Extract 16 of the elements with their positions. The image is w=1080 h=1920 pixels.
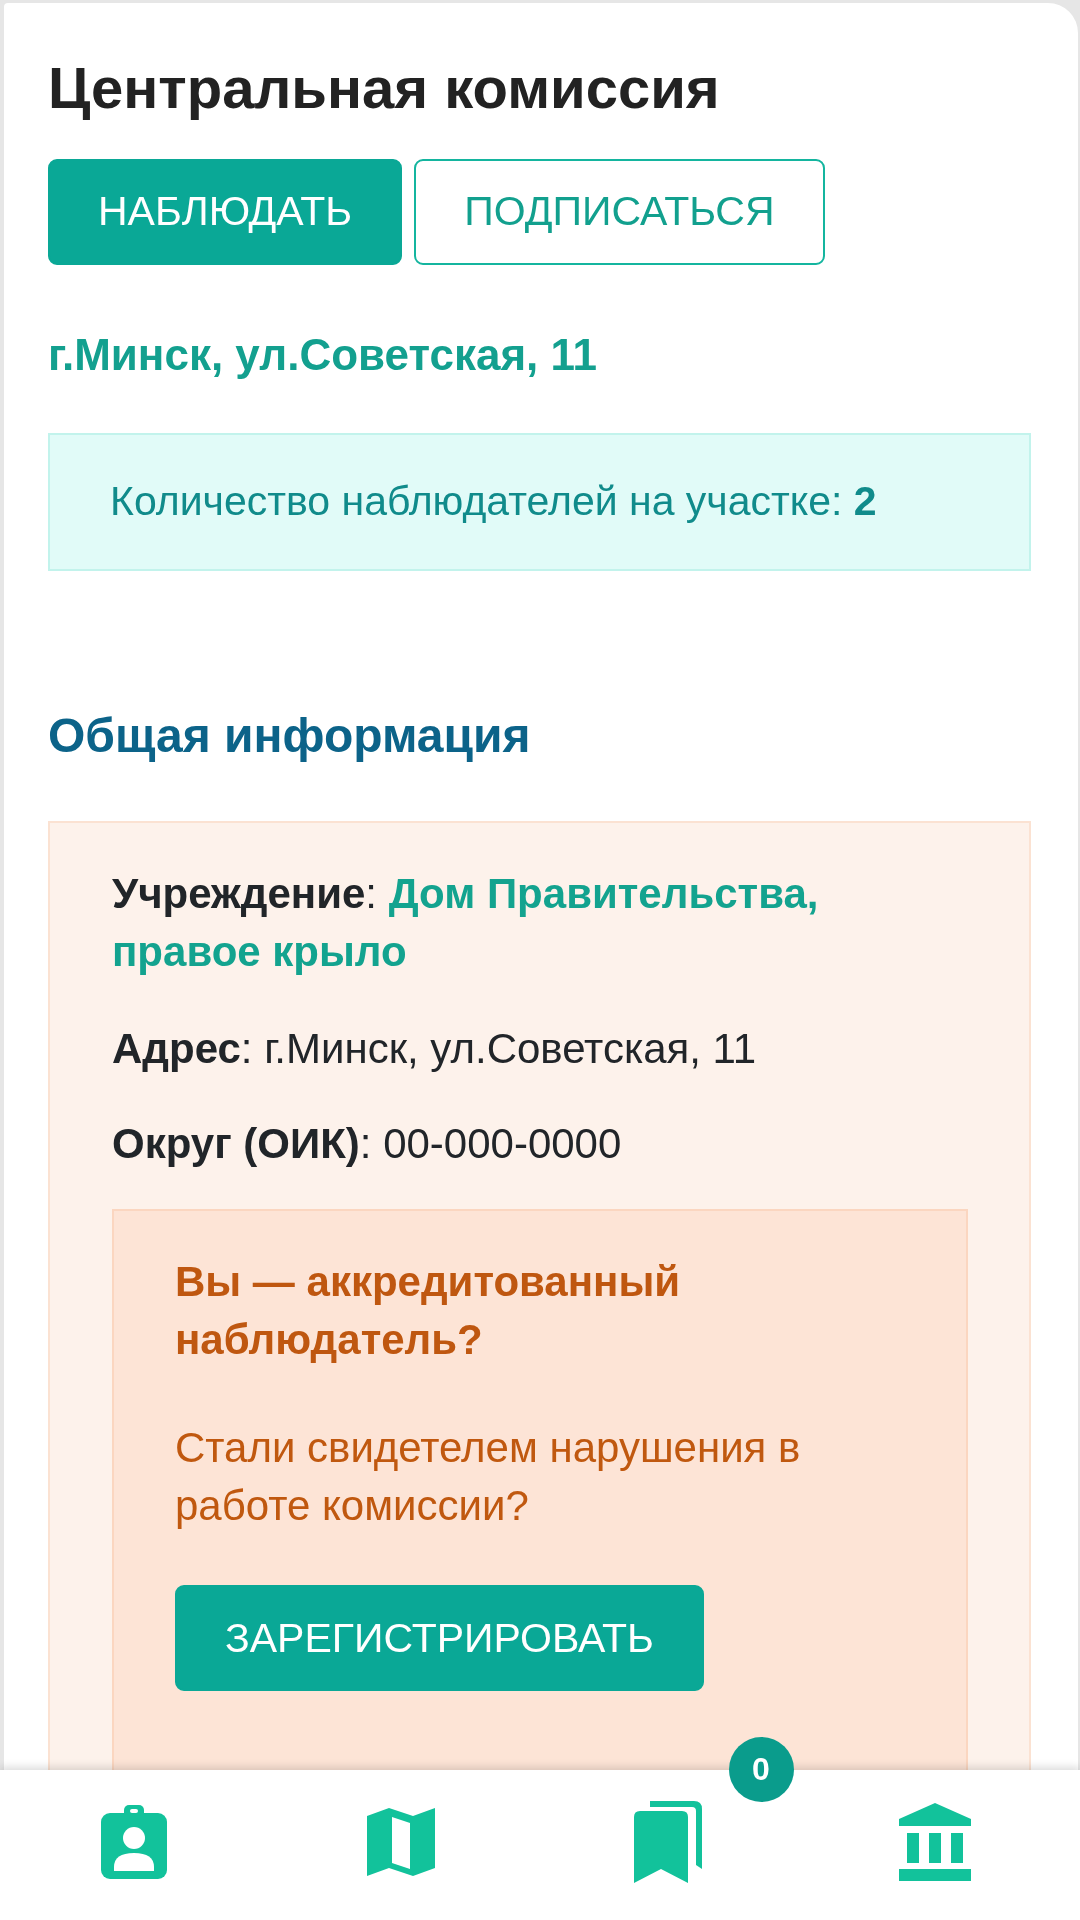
section-heading: Общая информация [48,707,531,764]
map-icon[interactable] [366,1808,435,1876]
callout-text: Стали свидетелем нарушения в работе комиссии? [175,1423,802,1532]
bookmarks-icon[interactable] [633,1801,702,1883]
register-button[interactable]: ЗАРЕГИСТРИРОВАТЬ [175,1585,704,1692]
outline-button[interactable]: ПОДПИСАТЬСЯ [414,158,825,265]
info-field: Округ (ОИК): 00-000-0000 [112,1115,912,1174]
address-link[interactable]: г.Минск, ул.Советская, 11 [48,328,597,382]
callout-heading: Вы — аккредитованный наблюдатель? [175,1257,682,1366]
observer-count-text: Количество наблюдателей на участке: 2 [110,477,878,527]
primary-button[interactable]: НАБЛЮДАТЬ [48,158,403,265]
id-badge-icon[interactable] [100,1805,167,1879]
info-field: Учреждение: Дом Правительства, правое крыло [112,865,912,982]
bank-icon[interactable] [898,1803,971,1881]
page-title: Центральная комиссия [48,54,720,122]
info-field: Адрес: г.Минск, ул.Советская, 11 [112,1020,912,1079]
